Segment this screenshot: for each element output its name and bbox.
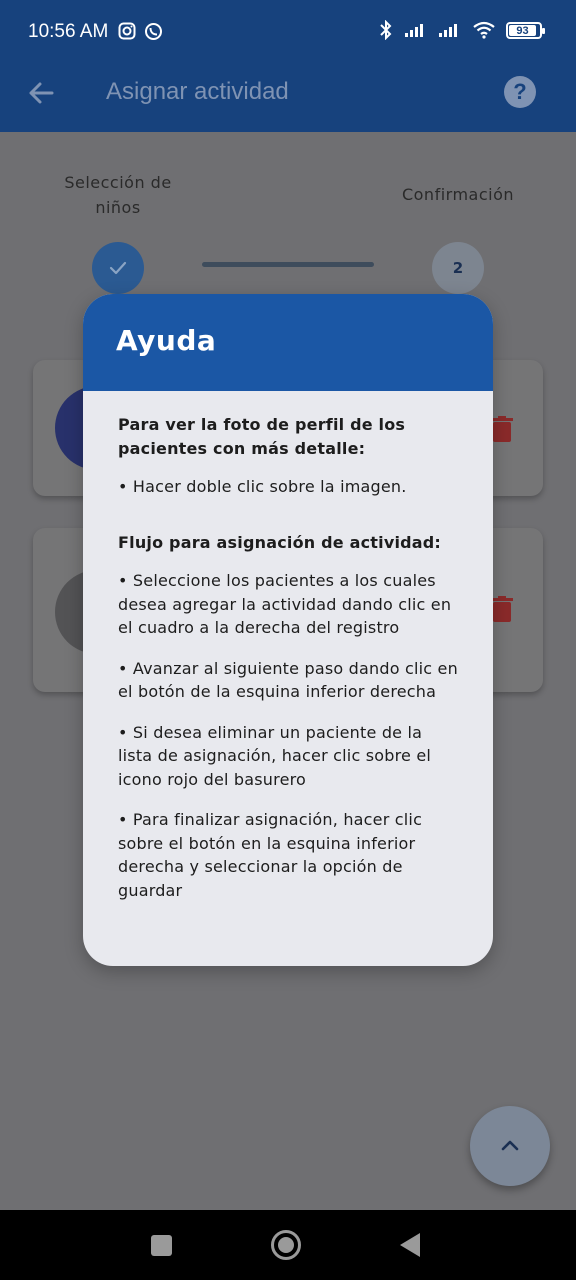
chevron-up-icon — [501, 1140, 519, 1151]
status-bar: 10:56 AM 93 — [0, 0, 576, 64]
step1-indicator[interactable] — [92, 242, 144, 294]
trash-icon[interactable] — [491, 416, 513, 442]
dialog-body: Para ver la foto de perfil de los pacien… — [83, 391, 493, 902]
help-item: • Si desea eliminar un paciente de la li… — [118, 722, 432, 789]
whatsapp-icon — [145, 23, 162, 40]
battery-icon: 93 — [506, 21, 545, 39]
check-icon — [109, 261, 127, 275]
section1-item: • Hacer doble clic sobre la imagen. — [118, 477, 407, 496]
arrow-left-icon[interactable] — [26, 78, 56, 108]
help-dialog: Ayuda Para ver la foto de perfil de los … — [83, 294, 493, 966]
app-bar: Asignar actividad ? — [0, 64, 576, 132]
dialog-title: Ayuda — [116, 324, 217, 357]
signal-icon — [405, 24, 423, 37]
stepper: Selección de niños Confirmación 2 — [0, 132, 576, 302]
status-right-icons: 93 — [378, 20, 545, 40]
trash-icon[interactable] — [491, 596, 513, 622]
status-left-icons — [118, 22, 163, 41]
recents-icon[interactable] — [151, 1235, 172, 1256]
signal-icon — [439, 24, 457, 37]
battery-level: 93 — [509, 24, 536, 37]
step1-label: Selección de niños — [64, 173, 172, 217]
help-circle-icon[interactable]: ? — [504, 76, 536, 108]
section2-heading: Flujo para asignación de actividad: — [118, 532, 442, 552]
system-nav-bar — [0, 1210, 576, 1280]
back-icon[interactable] — [400, 1233, 420, 1257]
help-item: • Para finalizar asignación, hacer clic … — [118, 810, 423, 900]
section1-heading: Para ver la foto de perfil de los pacien… — [118, 415, 406, 458]
page-title: Asignar actividad — [106, 78, 289, 105]
step2-label: Confirmación — [401, 185, 515, 204]
help-item: • Avanzar al siguiente paso dando clic e… — [118, 658, 458, 702]
home-icon[interactable] — [271, 1230, 301, 1260]
step2-indicator[interactable]: 2 — [432, 242, 484, 294]
bluetooth-icon — [380, 20, 392, 40]
instagram-icon — [118, 22, 136, 40]
dialog-header: Ayuda — [83, 294, 493, 391]
help-item: • Seleccione los pacientes a los cuales … — [118, 571, 452, 637]
step-connector — [202, 262, 374, 267]
wifi-icon — [473, 21, 495, 39]
expand-actions-button[interactable] — [470, 1106, 550, 1186]
status-time: 10:56 AM — [28, 21, 109, 42]
